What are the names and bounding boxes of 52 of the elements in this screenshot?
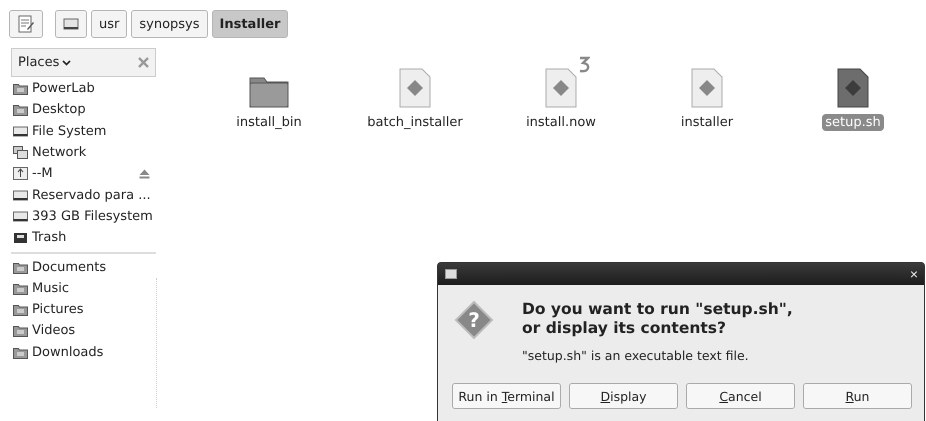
drive-icon [63,17,79,31]
folder-icon [13,103,28,116]
close-button[interactable]: × [910,267,918,281]
window-icon [445,269,457,279]
folder-icon [13,303,28,316]
usb-drive-icon [13,167,28,180]
drive-icon [13,124,28,138]
sidebar-item[interactable]: File System [11,120,156,142]
drive-icon [13,188,28,202]
edit-location-button[interactable] [9,10,43,38]
dialog-heading: Do you want to run "setup.sh", or display its contents? [522,300,793,338]
folder-icon [13,282,28,295]
drive-icon [13,210,28,223]
folder-icon [13,346,28,359]
folder-icon [13,324,28,338]
close-icon[interactable] [138,57,149,68]
file-name[interactable]: install_bin [233,114,305,131]
path-button[interactable]: usr [91,10,128,38]
places-dropdown[interactable]: Places [18,55,72,70]
trash-icon [13,231,28,244]
emblem-icon [577,56,590,73]
sidebar-item[interactable]: Network [11,142,156,164]
path-button[interactable] [55,10,87,38]
sidebar-item[interactable]: --M [11,163,156,184]
question-icon: ? [454,300,494,340]
file-name[interactable]: batch_installer [364,114,466,131]
dialog-button[interactable]: Run in Terminal [452,383,561,409]
script-file-icon[interactable] [837,68,869,108]
home-folder-icon [13,82,28,96]
chevron-down-icon [62,60,72,66]
sidebar-item[interactable]: Documents [11,256,156,278]
file-name[interactable]: install.now [523,114,599,131]
dialog-button[interactable]: Run [803,383,912,409]
sidebar-item[interactable]: Music [11,278,156,299]
sidebar-item[interactable]: Reservado para ... [11,184,156,206]
document-edit-icon [17,15,35,33]
sidebar-item[interactable]: Desktop [11,99,156,121]
eject-icon[interactable] [139,168,150,179]
dialog-message: "setup.sh" is an executable text file. [522,348,750,363]
path-button[interactable]: synopsys [131,10,208,38]
dialog-button[interactable]: Display [569,383,678,409]
sidebar-item[interactable]: Trash [11,227,156,248]
sidebar-item[interactable]: Downloads [11,342,156,363]
folder-icon [13,260,28,274]
path-button[interactable]: Installer [212,10,288,38]
sidebar-item[interactable]: 393 GB Filesystem [11,206,156,228]
sidebar-item[interactable]: Pictures [11,298,156,320]
sidebar-item[interactable]: PowerLab [11,78,156,100]
dialog-button[interactable]: Cancel [686,383,795,409]
file-name[interactable]: installer [678,114,736,131]
sidebar-item[interactable]: Videos [11,320,156,342]
network-icon [13,146,28,160]
